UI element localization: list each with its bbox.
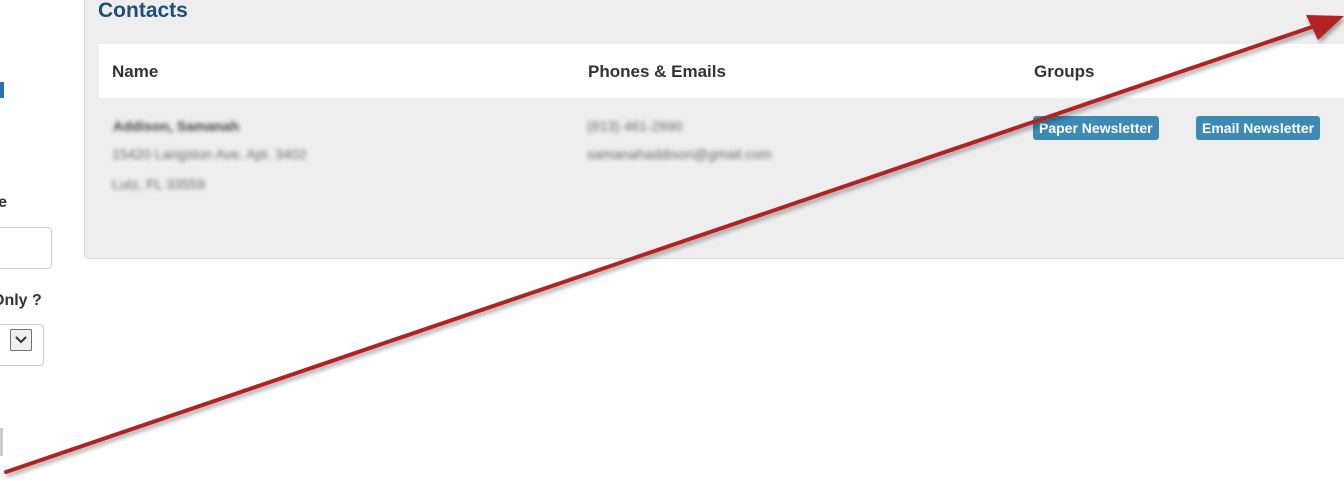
- sidebar-link-fragment[interactable]: [0, 82, 4, 98]
- chevron-down-icon[interactable]: [10, 329, 32, 351]
- column-header-name[interactable]: Name: [112, 62, 158, 82]
- sidebar-field-label-fragment: e: [0, 194, 7, 211]
- sidebar-text-input[interactable]: [0, 227, 52, 269]
- sidebar-bottom-fragment: [0, 428, 3, 456]
- contact-phone: (813) 461-2690: [587, 118, 683, 134]
- group-badge-email-newsletter[interactable]: Email Newsletter: [1196, 116, 1321, 140]
- contact-email[interactable]: samanahaddison@gmail.com: [587, 146, 772, 162]
- contact-address-line2: Lutz, FL 33559: [112, 176, 205, 192]
- contact-name[interactable]: Addison, Samanah: [113, 118, 239, 134]
- contact-address-line1: 15420 Langston Ave. Apt. 3402: [112, 146, 307, 162]
- sidebar-only-label: Only ?: [0, 292, 42, 309]
- group-badge-paper-newsletter[interactable]: Paper Newsletter: [1033, 116, 1159, 140]
- column-header-phones-emails[interactable]: Phones & Emails: [588, 62, 726, 82]
- column-header-groups[interactable]: Groups: [1034, 62, 1094, 82]
- table-header: Name Phones & Emails Groups: [99, 44, 1344, 98]
- page-title: Contacts: [98, 0, 188, 22]
